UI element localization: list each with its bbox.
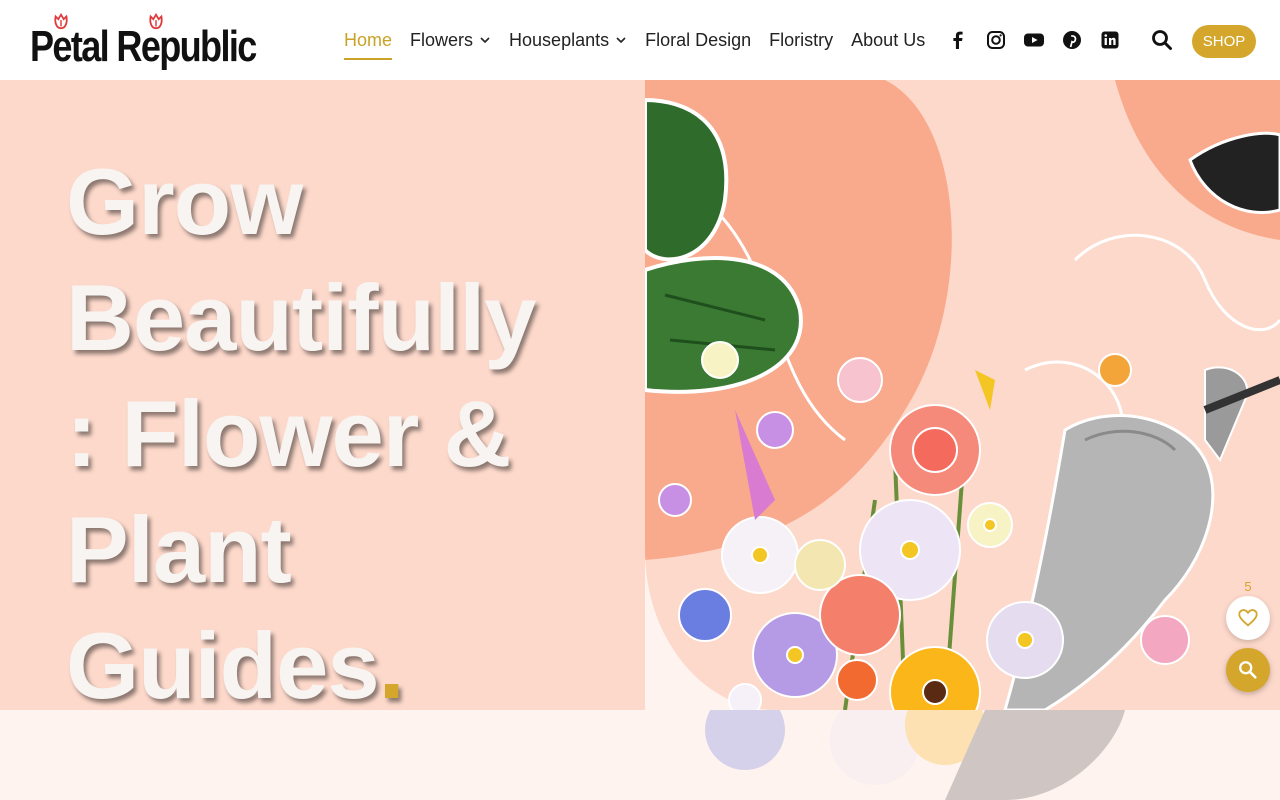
nav-item-floristry[interactable]: Floristry <box>769 0 833 80</box>
nav-item-flowers[interactable]: Flowers <box>410 0 491 80</box>
headline-line: Plant <box>66 497 292 602</box>
nav-item-houseplants[interactable]: Houseplants <box>509 0 627 80</box>
headline-line: : Flower & <box>66 381 511 486</box>
linkedin-icon[interactable] <box>1098 28 1122 52</box>
hero-headline: Grow Beautifully : Flower & Plant Guides… <box>66 144 626 710</box>
nav-label: Flowers <box>410 29 474 50</box>
headline-line: Beautifully <box>66 265 537 370</box>
social-links <box>946 28 1136 52</box>
search-icon <box>1239 661 1257 679</box>
favorite-button[interactable] <box>1226 596 1270 640</box>
nav-item-about-us[interactable]: About Us <box>851 0 925 80</box>
site-header: Petal Republic Home Flowers Houseplants … <box>0 0 1280 80</box>
logo-wordmark: Petal Republic <box>30 22 257 71</box>
main-nav: Home Flowers Houseplants Floral Design F… <box>344 0 943 80</box>
nav-item-floral-design[interactable]: Floral Design <box>645 0 751 80</box>
search-icon[interactable] <box>1150 28 1174 52</box>
floating-search-button[interactable] <box>1226 648 1270 692</box>
nav-label: Houseplants <box>509 29 610 50</box>
chevron-down-icon <box>480 37 490 44</box>
instagram-icon[interactable] <box>984 28 1008 52</box>
nav-label: Floristry <box>769 29 834 50</box>
heart-icon <box>1238 609 1258 627</box>
faded-collage-reflection <box>705 710 1125 800</box>
hero-section: Grow Beautifully : Flower & Plant Guides… <box>0 80 1280 710</box>
facebook-icon[interactable] <box>946 28 970 52</box>
nav-label: About Us <box>851 29 926 50</box>
site-logo[interactable]: Petal Republic <box>30 12 270 71</box>
hero-flower-collage <box>645 80 1280 710</box>
shop-button[interactable]: SHOP <box>1192 25 1256 58</box>
nav-item-home[interactable]: Home <box>344 0 393 80</box>
pinterest-icon[interactable] <box>1060 28 1084 52</box>
headline-line: Grow <box>66 149 303 254</box>
nav-label: Floral Design <box>645 29 752 50</box>
nav-label: Home <box>344 29 393 50</box>
headline-line: Guides <box>66 613 380 710</box>
headline-period: . <box>378 613 405 710</box>
youtube-icon[interactable] <box>1022 28 1046 52</box>
favorites-count: 5 <box>1244 579 1252 594</box>
chevron-down-icon <box>616 37 626 44</box>
